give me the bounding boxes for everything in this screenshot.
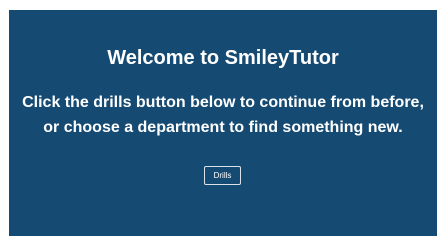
welcome-panel: Welcome to SmileyTutor Click the drills … <box>9 10 437 236</box>
page-frame: Welcome to SmileyTutor Click the drills … <box>0 0 437 246</box>
drills-button[interactable]: Drills <box>204 166 241 185</box>
welcome-title: Welcome to SmileyTutor <box>107 47 339 69</box>
welcome-message: Click the drills button below to continu… <box>22 94 424 136</box>
